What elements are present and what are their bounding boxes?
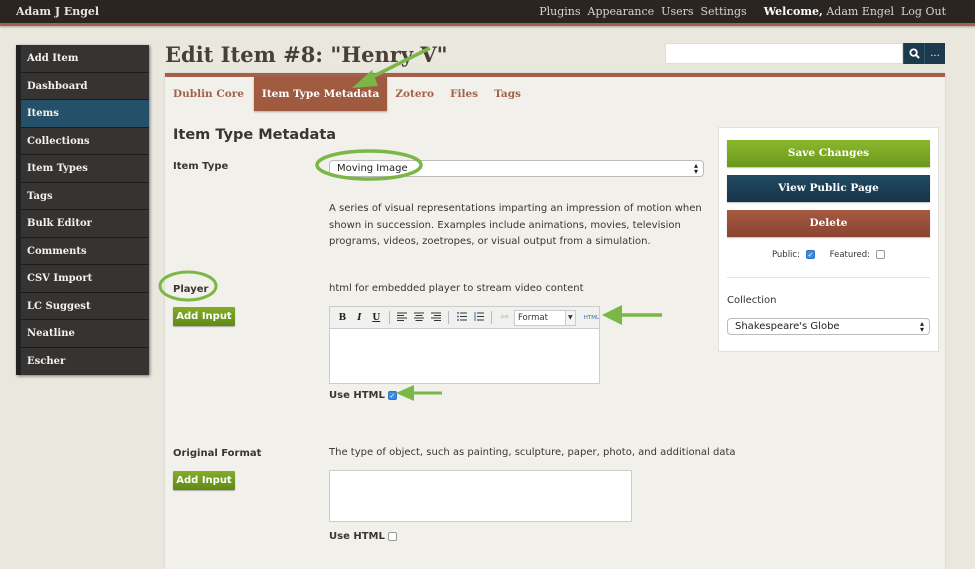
sidebar-item-item-types[interactable]: Item Types: [21, 155, 149, 183]
tab-files[interactable]: Files: [442, 77, 486, 111]
sidebar-item-neatline[interactable]: Neatline: [21, 320, 149, 348]
tab-tags[interactable]: Tags: [486, 77, 529, 111]
tab-zotero[interactable]: Zotero: [387, 77, 442, 111]
player-add-input-button[interactable]: Add Input: [173, 307, 235, 326]
align-right-icon[interactable]: [428, 312, 443, 324]
divider: [727, 277, 930, 278]
link-icon[interactable]: ⚯: [497, 313, 512, 323]
welcome-text: Welcome, Adam Engel: [764, 5, 894, 18]
player-rich-editor: B I U ⚯ Format ▼ HTML: [329, 306, 600, 384]
toolbar-divider: [491, 311, 493, 324]
featured-checkbox[interactable]: [876, 250, 886, 259]
collection-label: Collection: [727, 295, 777, 306]
nav-appearance[interactable]: Appearance: [588, 5, 655, 18]
original-format-use-html: Use HTML: [329, 531, 397, 542]
welcome-prefix: Welcome,: [763, 5, 823, 18]
sidebar-item-comments[interactable]: Comments: [21, 238, 149, 265]
toolbar-divider: [388, 311, 390, 324]
player-use-html-checkbox[interactable]: ✓: [387, 390, 397, 400]
item-type-label: Item Type: [173, 161, 229, 172]
italic-button[interactable]: I: [352, 313, 367, 323]
collection-select[interactable]: Shakespeare's Globe ▴ ▾: [727, 318, 930, 335]
original-format-label: Original Format: [173, 448, 262, 459]
tab-item-type-metadata[interactable]: Item Type Metadata: [253, 77, 388, 111]
search-icon: [908, 48, 920, 59]
logout-link[interactable]: Log Out: [901, 5, 946, 18]
player-editor-body[interactable]: [330, 329, 599, 384]
bullet-list-icon[interactable]: [454, 311, 469, 324]
sidebar-item-dashboard[interactable]: Dashboard: [21, 73, 149, 100]
player-use-html: Use HTML ✓: [329, 390, 397, 401]
public-flag: Public: ✓: [769, 250, 818, 260]
select-arrows-icon: ▴ ▾: [919, 318, 924, 334]
visibility-flags: Public: ✓ Featured:: [719, 250, 938, 260]
toolbar-divider: [448, 311, 450, 324]
item-type-description: A series of visual representations impar…: [329, 203, 702, 247]
html-toggle-button[interactable]: HTML: [584, 315, 599, 321]
edit-panel: Dublin Core Item Type Metadata Zotero Fi…: [165, 73, 945, 569]
save-panel: Save Changes View Public Page Delete Pub…: [718, 127, 939, 352]
sidebar-item-items[interactable]: Items: [21, 100, 149, 128]
nav-plugins[interactable]: Plugins: [539, 5, 580, 18]
underline-button[interactable]: U: [369, 313, 384, 323]
nav-settings[interactable]: Settings: [701, 5, 747, 18]
align-left-icon[interactable]: [395, 312, 410, 324]
search-button[interactable]: [903, 43, 924, 64]
featured-flag: Featured:: [827, 250, 888, 260]
bold-button[interactable]: B: [335, 313, 350, 323]
sidebar-item-lc-suggest[interactable]: LC Suggest: [21, 293, 149, 320]
chevron-down-icon: ▼: [564, 310, 575, 325]
page-title: Edit Item #8: "Henry V": [165, 42, 448, 67]
align-center-icon[interactable]: [412, 312, 427, 324]
format-select[interactable]: Format ▼: [513, 309, 576, 326]
sidebar-item-escher[interactable]: Escher: [21, 348, 149, 376]
numbered-list-icon[interactable]: [471, 311, 486, 324]
original-format-use-html-label: Use HTML: [329, 531, 385, 542]
nav-users[interactable]: Users: [661, 5, 693, 18]
site-name[interactable]: Adam J Engel: [16, 5, 99, 18]
save-changes-button[interactable]: Save Changes: [727, 140, 930, 167]
view-public-page-button[interactable]: View Public Page: [727, 175, 930, 202]
tab-dublin-core[interactable]: Dublin Core: [165, 77, 252, 111]
sidebar-item-collections[interactable]: Collections: [21, 128, 149, 155]
tab-bar: Dublin Core Item Type Metadata Zotero Fi…: [165, 77, 529, 111]
sidebar-item-add-item[interactable]: Add Item: [21, 45, 149, 73]
section-title: Item Type Metadata: [173, 127, 337, 143]
sidebar-item-bulk-editor[interactable]: Bulk Editor: [21, 210, 149, 238]
public-label: Public:: [771, 250, 800, 260]
user-link[interactable]: Adam Engel: [826, 5, 894, 18]
sidebar-item-tags[interactable]: Tags: [21, 183, 149, 210]
sidebar-item-csv-import[interactable]: CSV Import: [21, 265, 149, 293]
delete-button[interactable]: Delete: [727, 210, 930, 237]
select-arrows-icon: ▴ ▾: [693, 160, 698, 176]
original-format-add-input-button[interactable]: Add Input: [173, 471, 235, 490]
sidebar: Add Item Dashboard Items Collections Ite…: [16, 45, 149, 375]
editor-toolbar: B I U ⚯ Format ▼ HTML: [330, 307, 599, 329]
format-select-value: Format: [517, 312, 548, 323]
player-label: Player: [173, 284, 209, 295]
search-bar: ...: [665, 43, 945, 64]
original-format-textarea[interactable]: [329, 470, 632, 522]
player-use-html-label: Use HTML: [329, 390, 385, 401]
public-checkbox[interactable]: ✓: [805, 250, 815, 259]
top-nav: Plugins Appearance Users Settings Welcom…: [539, 5, 946, 18]
player-description: html for embedded player to stream video…: [329, 283, 584, 294]
item-type-select[interactable]: Moving Image ▴ ▾: [329, 160, 704, 177]
advanced-search-button[interactable]: ...: [924, 43, 945, 64]
collection-selected: Shakespeare's Globe: [735, 321, 840, 332]
top-bar: Adam J Engel Plugins Appearance Users Se…: [0, 0, 975, 26]
featured-label: Featured:: [829, 250, 871, 260]
item-type-selected: Moving Image: [337, 163, 408, 174]
search-input[interactable]: [665, 43, 903, 64]
original-format-use-html-checkbox[interactable]: [387, 531, 397, 541]
original-format-description: The type of object, such as painting, sc…: [329, 447, 736, 458]
